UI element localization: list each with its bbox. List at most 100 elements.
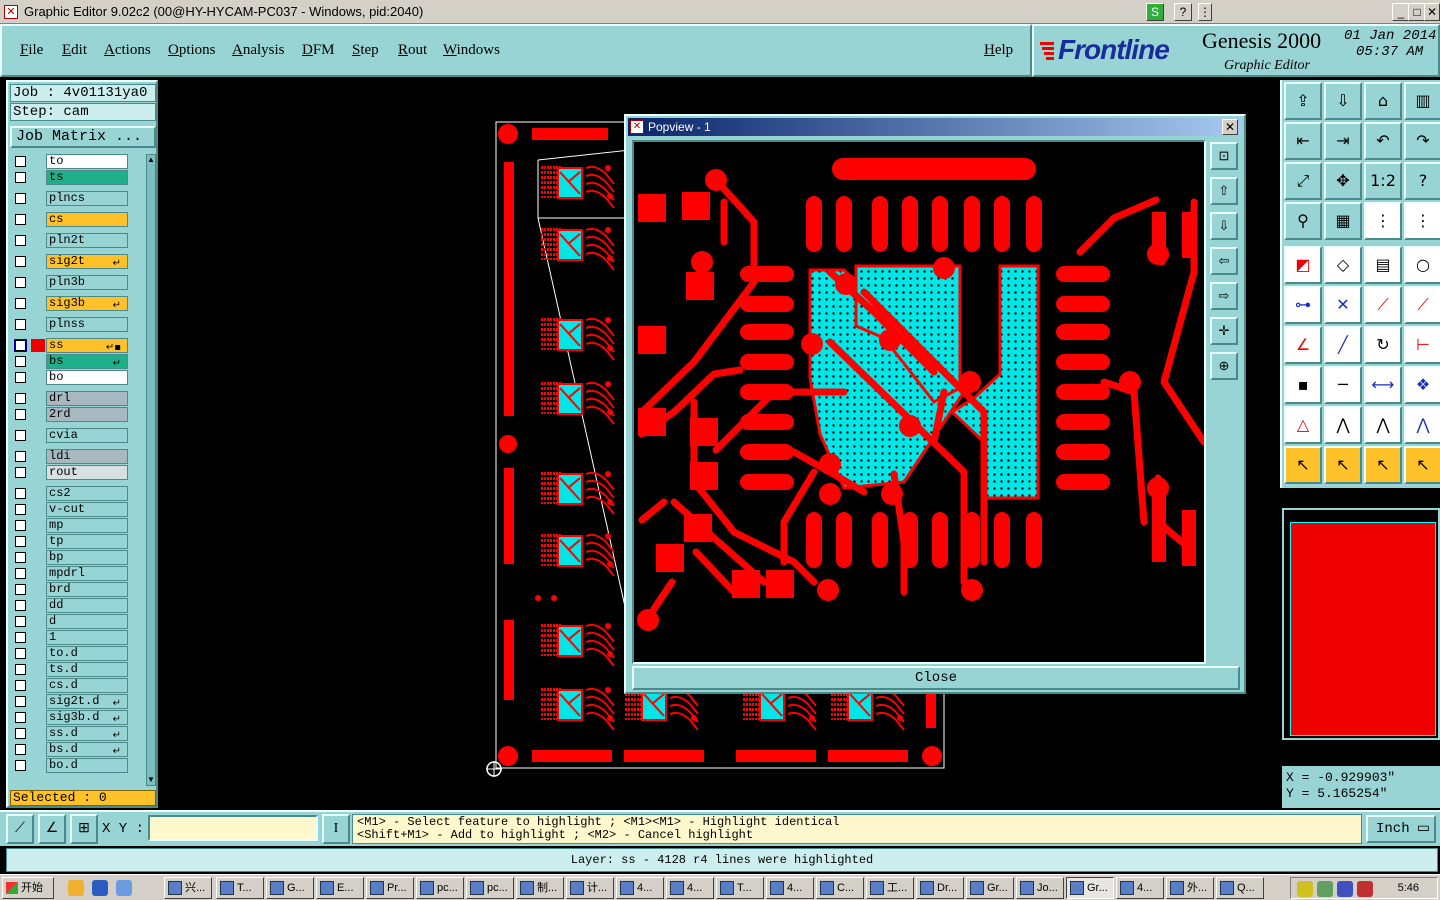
layer-checkbox[interactable] (15, 193, 26, 204)
overview-map[interactable] (1282, 508, 1440, 740)
layer-name[interactable]: sig3b.d ↵ (46, 710, 128, 725)
triangle-icon[interactable]: △ (1284, 406, 1322, 444)
angle-icon[interactable]: ∠ (1284, 326, 1322, 364)
layer-checkbox[interactable] (15, 552, 26, 563)
layer-row-pln3b[interactable]: pln3b (10, 275, 144, 290)
import-icon[interactable]: ⇤ (1284, 122, 1322, 160)
menu-analysis[interactable]: Analysis (232, 42, 285, 59)
layer-name[interactable]: pln2t (46, 233, 128, 248)
layer-row-cs[interactable]: cs (10, 212, 144, 227)
layer-name[interactable]: bo (46, 370, 128, 385)
tray-input-icon[interactable] (1337, 881, 1353, 897)
layer-checkbox[interactable] (15, 172, 26, 183)
layer-name[interactable]: 2rd (46, 407, 128, 422)
task-button[interactable]: 外... (1166, 877, 1214, 899)
layer-checkbox[interactable] (15, 568, 26, 579)
menu-help[interactable]: Help (984, 42, 1013, 59)
layer-checkbox[interactable] (15, 156, 26, 167)
layer-name[interactable]: dd (46, 598, 128, 613)
fit-icon[interactable]: ⤢ (1284, 162, 1322, 200)
layer-name[interactable]: mp (46, 518, 128, 533)
zoom-home-icon[interactable]: ⊡ (1210, 142, 1238, 170)
layer-row-sig3b[interactable]: sig3b ↵ (10, 296, 144, 311)
layer-row-pln2t[interactable]: pln2t (10, 233, 144, 248)
task-button[interactable]: Gr... (1066, 877, 1114, 899)
layer-row-tp[interactable]: tp (10, 534, 144, 549)
task-button[interactable]: 4... (616, 877, 664, 899)
layer-checkbox[interactable] (15, 409, 26, 420)
task-button[interactable]: 4... (666, 877, 714, 899)
layer-name[interactable]: ldi (46, 449, 128, 464)
layer-row-cs.d[interactable]: cs.d (10, 678, 144, 693)
net-icon[interactable]: ⊶ (1284, 286, 1322, 324)
open-icon[interactable]: ⇪ (1284, 82, 1322, 120)
quicklaunch-desktop-icon[interactable] (116, 880, 132, 896)
layer-name[interactable]: plnss (46, 317, 128, 332)
quicklaunch-ie-icon[interactable] (92, 880, 108, 896)
layer-name[interactable]: ts (46, 170, 128, 185)
help-icon[interactable]: ? (1404, 162, 1440, 200)
grid-icon[interactable]: ▦ (1324, 202, 1362, 240)
layer-checkbox[interactable] (15, 356, 26, 367)
layer-name[interactable]: cs2 (46, 486, 128, 501)
shapes-icon[interactable]: ❖ (1404, 366, 1440, 404)
task-button[interactable]: 4... (766, 877, 814, 899)
layer-name[interactable]: bs ↵ (46, 354, 128, 369)
layer-row-ldi[interactable]: ldi (10, 449, 144, 464)
layer-checkbox[interactable] (15, 277, 26, 288)
layer-checkbox[interactable] (15, 488, 26, 499)
layer-checkbox[interactable] (15, 467, 26, 478)
layer-row-dd[interactable]: dd (10, 598, 144, 613)
layer-checkbox[interactable] (15, 504, 26, 515)
layer-row-rout[interactable]: rout (10, 465, 144, 480)
peak-blue-icon[interactable]: ⋀ (1404, 406, 1440, 444)
scroll-updown-icon[interactable]: ⋮ (1198, 3, 1212, 21)
task-button[interactable]: Jo... (1016, 877, 1064, 899)
cross-icon[interactable]: ✕ (1324, 286, 1362, 324)
zoom-out-icon[interactable]: ⊕ (1210, 352, 1238, 380)
tray-network-icon[interactable] (1317, 881, 1333, 897)
pan-left-icon[interactable]: ⇦ (1210, 247, 1238, 275)
layer-name[interactable]: bs.d ↵ (46, 742, 128, 757)
layer-row-ss[interactable]: ss ↵▪ (10, 338, 144, 353)
vertex-icon[interactable]: ⋀ (1324, 406, 1362, 444)
layer-row-ts[interactable]: ts (10, 170, 144, 185)
layer-row-ss.d[interactable]: ss.d ↵ (10, 726, 144, 741)
scroll-down-icon[interactable]: ▼ (147, 775, 155, 785)
layer-row-cs2[interactable]: cs2 (10, 486, 144, 501)
zoom-in-icon[interactable]: ✛ (1210, 317, 1238, 345)
layer-name[interactable]: plncs (46, 191, 128, 206)
layer-checkbox[interactable] (15, 430, 26, 441)
layer-name[interactable]: rout (46, 465, 128, 480)
layer-name[interactable]: mpdrl (46, 566, 128, 581)
layer-name[interactable]: sig2t ↵ (46, 254, 128, 269)
layer-name[interactable]: pln3b (46, 275, 128, 290)
layer-row-brd[interactable]: brd (10, 582, 144, 597)
quicklaunch-clock-icon[interactable] (68, 880, 84, 896)
layer-name[interactable]: v-cut (46, 502, 128, 517)
menu-step[interactable]: Step (352, 42, 379, 59)
layer-row-to[interactable]: to (10, 154, 144, 169)
layer-checkbox[interactable] (15, 632, 26, 643)
task-button[interactable]: Gr... (966, 877, 1014, 899)
layer-checkbox[interactable] (15, 372, 26, 383)
layer-checkbox[interactable] (15, 712, 26, 723)
task-button[interactable]: G... (266, 877, 314, 899)
layer-checkbox[interactable] (15, 648, 26, 659)
units-select[interactable]: Inch ▭ (1366, 815, 1436, 843)
pan-up-icon[interactable]: ⇧ (1210, 177, 1238, 205)
menu-actions[interactable]: Actions (104, 42, 151, 59)
layer-row-plnss[interactable]: plnss (10, 317, 144, 332)
symbol-icon[interactable]: ▪ (1284, 366, 1322, 404)
circle-icon[interactable]: ○ (1404, 246, 1440, 284)
layer-row-bo[interactable]: bo (10, 370, 144, 385)
window-split-icon[interactable]: ▥ (1404, 82, 1440, 120)
layer-name[interactable]: d (46, 614, 128, 629)
layer-name[interactable]: sig3b ↵ (46, 296, 128, 311)
layer-checkbox[interactable] (15, 616, 26, 627)
task-button[interactable]: 工... (866, 877, 914, 899)
layer-checkbox[interactable] (15, 256, 26, 267)
task-button[interactable]: 4... (1116, 877, 1164, 899)
layer-name[interactable]: ss.d ↵ (46, 726, 128, 741)
layer-scrollbar[interactable]: ▲ ▼ (146, 154, 156, 786)
